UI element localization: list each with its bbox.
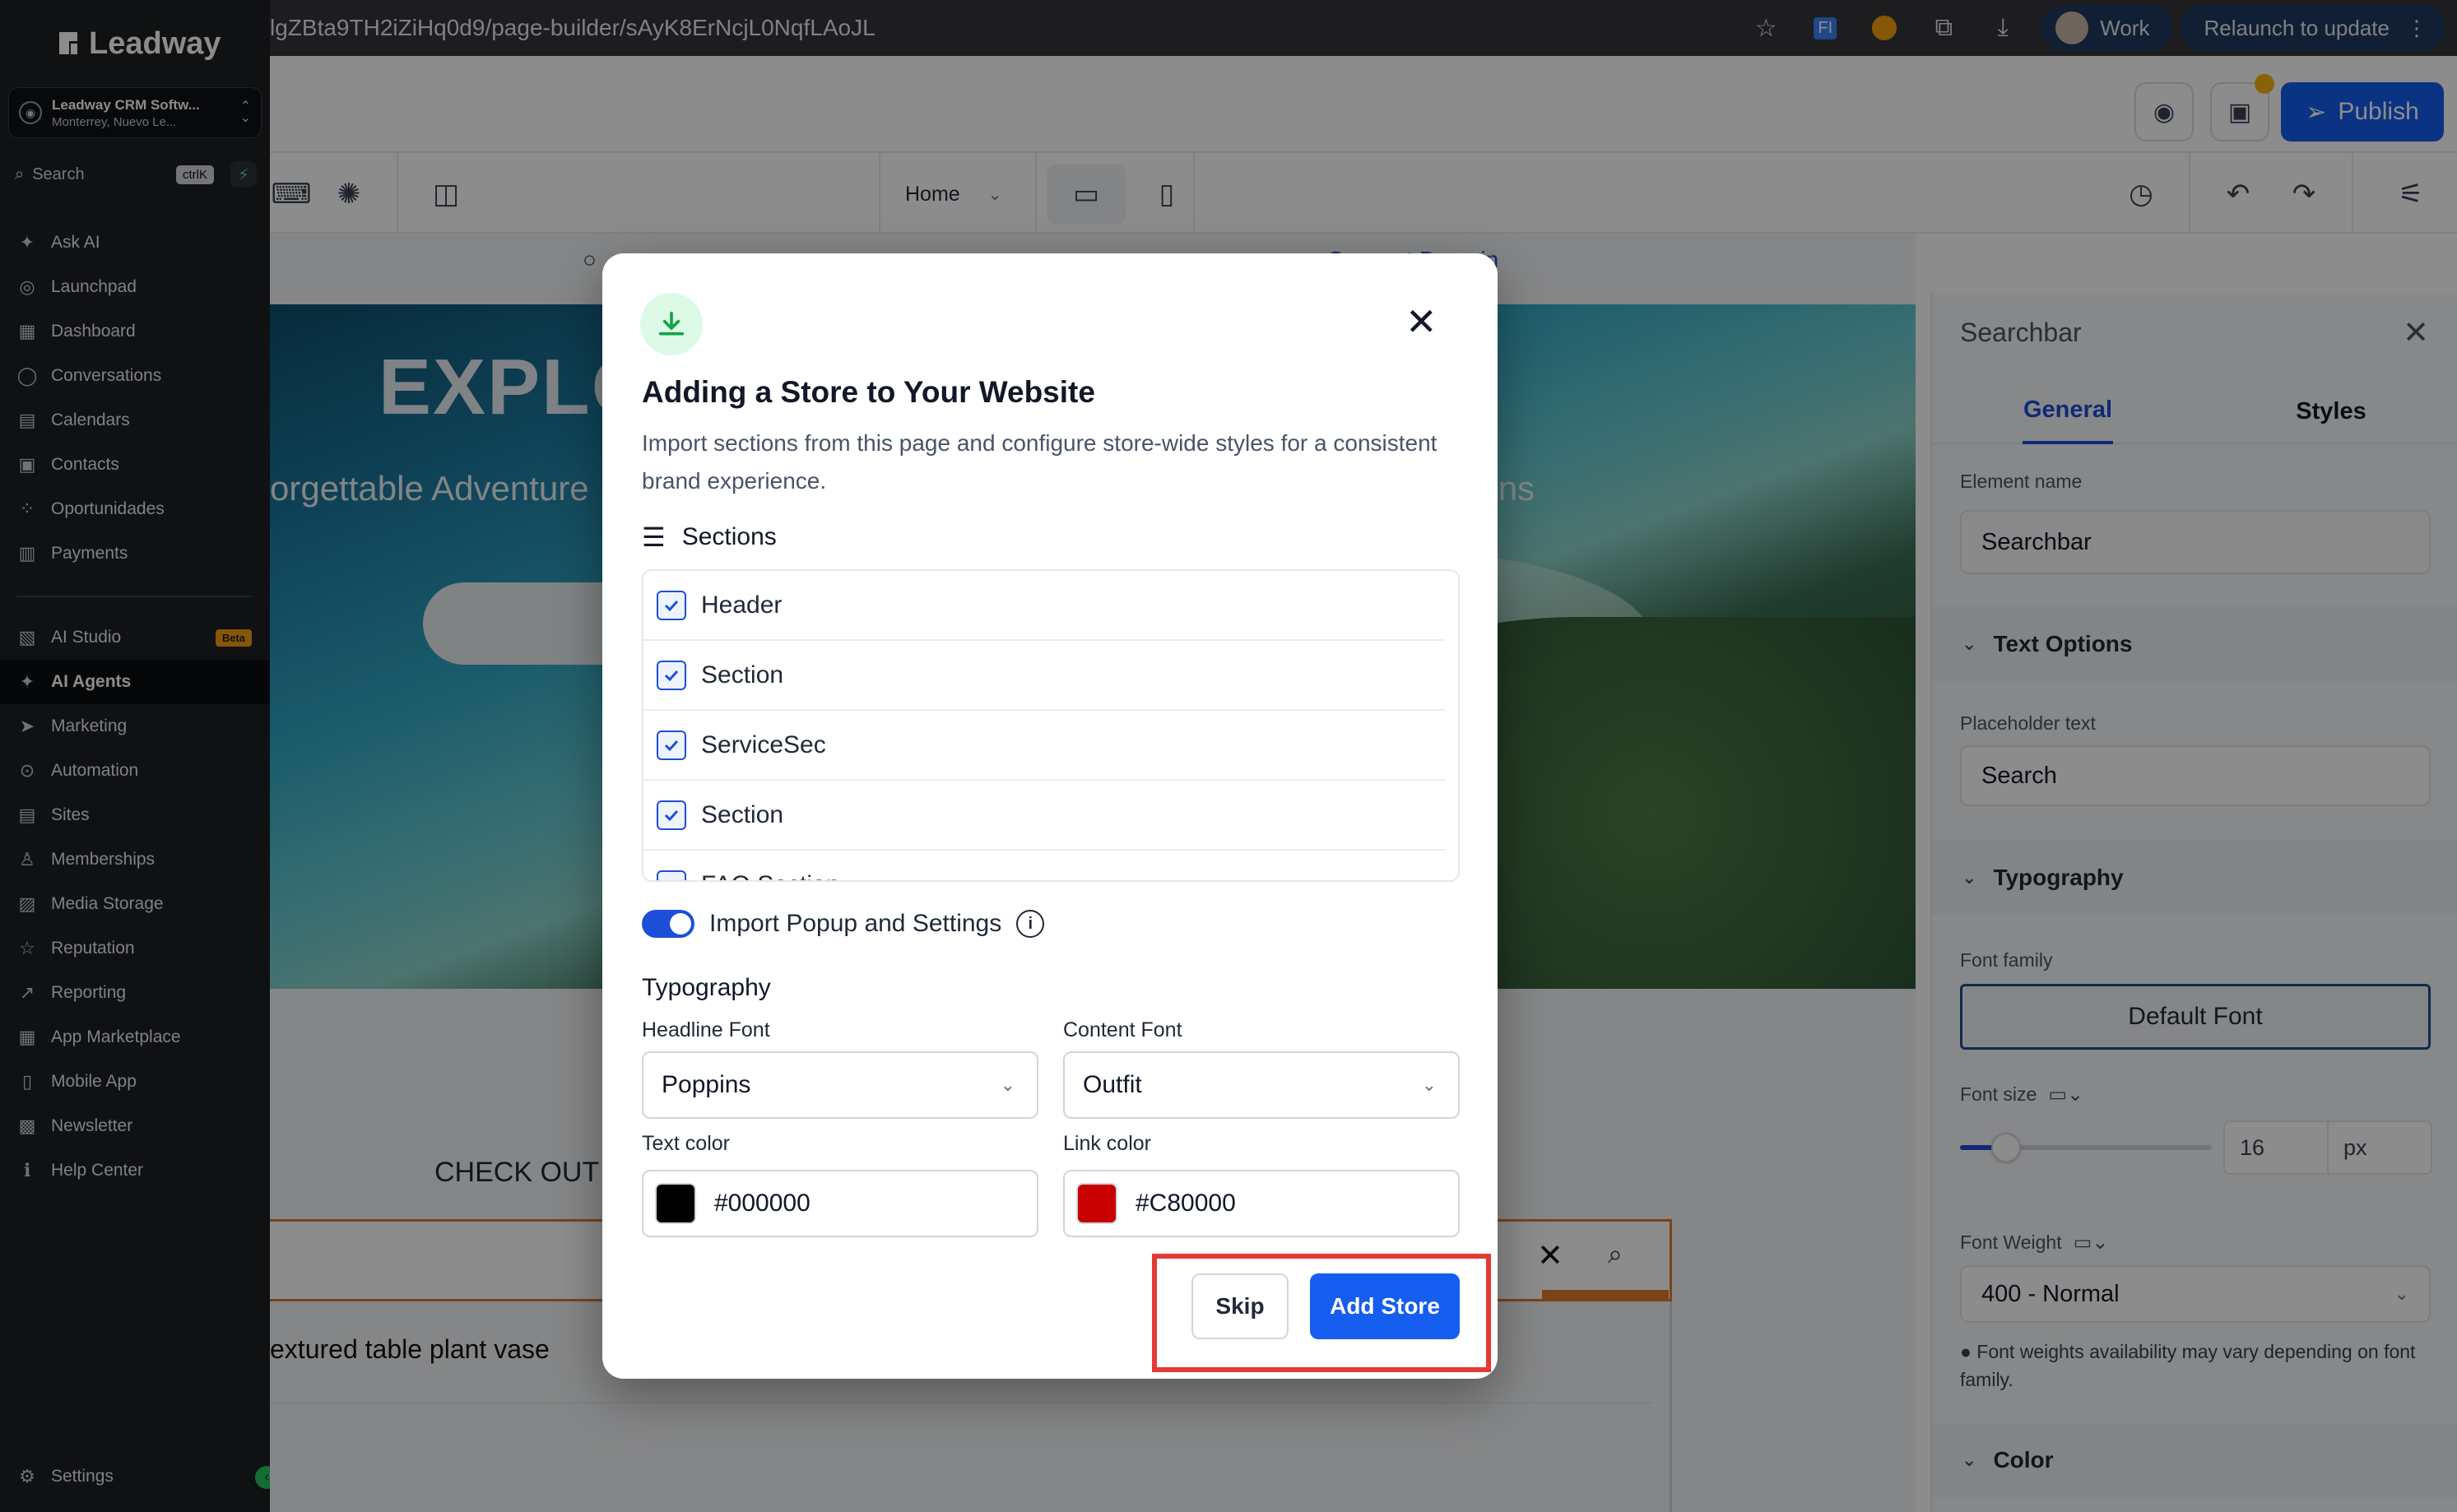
modal-close-icon[interactable]: ✕ (1405, 299, 1438, 344)
section-label: Section (701, 661, 784, 689)
toggle-knob (670, 913, 691, 935)
checkbox-checked-icon[interactable] (657, 870, 686, 880)
checkbox-checked-icon[interactable] (657, 590, 686, 620)
import-popup-toggle[interactable] (642, 910, 694, 938)
skip-button[interactable]: Skip (1191, 1273, 1289, 1339)
sections-heading: ☰ Sections (642, 522, 777, 553)
section-label: Header (701, 591, 783, 619)
checkbox-checked-icon[interactable] (657, 800, 686, 830)
chevron-down-icon: ⌄ (1421, 1074, 1437, 1095)
sections-list[interactable]: Header Section ServiceSec Section FAQ Se… (642, 569, 1460, 882)
import-popup-label: Import Popup and Settings (709, 910, 1002, 937)
checkbox-checked-icon[interactable] (657, 660, 686, 690)
add-store-button[interactable]: Add Store (1310, 1273, 1460, 1339)
headline-font-select[interactable]: Poppins ⌄ (642, 1051, 1038, 1119)
sections-icon: ☰ (642, 522, 666, 552)
text-color-label: Text color (642, 1132, 730, 1155)
info-icon[interactable]: i (1016, 910, 1045, 938)
content-font-value: Outfit (1083, 1071, 1142, 1098)
modal-description: Import sections from this page and confi… (642, 430, 1438, 494)
headline-font-label: Headline Font (642, 1018, 770, 1041)
text-color-value: #000000 (714, 1190, 810, 1217)
modal-title: Adding a Store to Your Website (642, 375, 1095, 409)
link-color-input[interactable]: #C80000 (1063, 1170, 1460, 1237)
content-font-select[interactable]: Outfit ⌄ (1063, 1051, 1460, 1119)
text-color-input[interactable]: #000000 (642, 1170, 1038, 1237)
section-label: Section (701, 800, 784, 828)
chevron-down-icon: ⌄ (1000, 1074, 1015, 1095)
text-color-swatch[interactable] (655, 1183, 696, 1224)
content-font-label: Content Font (1063, 1018, 1182, 1041)
section-label: FAQ Section (701, 871, 839, 881)
link-color-swatch[interactable] (1076, 1183, 1117, 1224)
link-color-value: #C80000 (1136, 1190, 1236, 1217)
section-label: ServiceSec (701, 730, 826, 758)
section-row[interactable]: Section (643, 781, 1445, 851)
download-icon (640, 293, 703, 355)
section-row[interactable]: ServiceSec (643, 711, 1445, 781)
headline-font-value: Poppins (662, 1071, 751, 1098)
section-row[interactable]: Header (643, 571, 1445, 641)
section-row[interactable]: FAQ Section (643, 851, 1445, 881)
link-color-label: Link color (1063, 1132, 1151, 1155)
typography-heading: Typography (642, 974, 771, 1001)
add-store-modal: ✕ Adding a Store to Your Website Import … (602, 253, 1498, 1379)
checkbox-checked-icon[interactable] (657, 730, 686, 760)
sections-heading-label: Sections (681, 523, 777, 550)
section-row[interactable]: Section (643, 641, 1445, 711)
import-popup-toggle-row: Import Popup and Settings i (642, 910, 1045, 938)
